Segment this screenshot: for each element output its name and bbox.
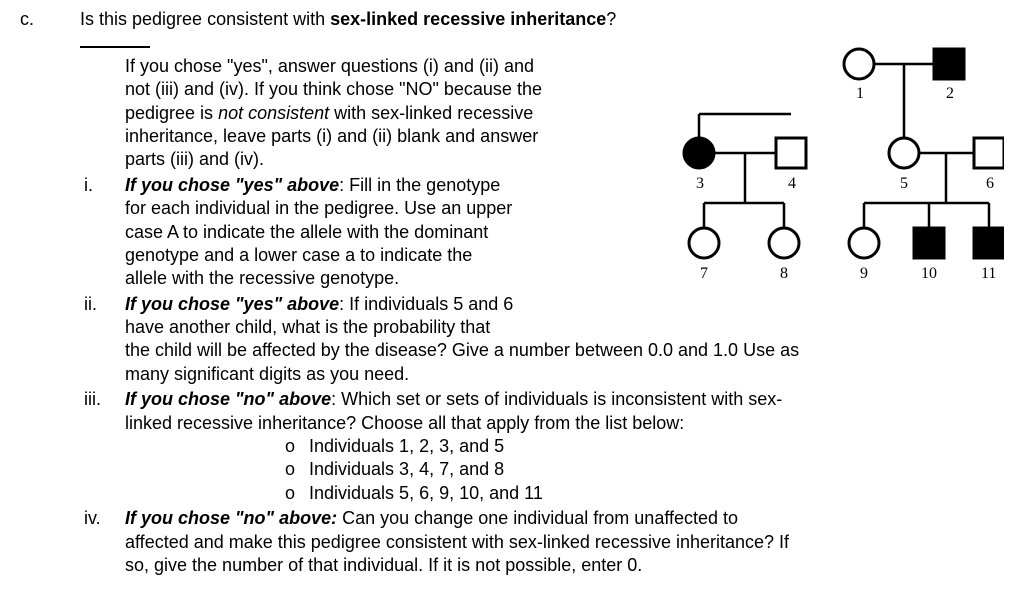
answer-blank[interactable] (80, 46, 150, 48)
ped-label-8: 8 (780, 265, 788, 282)
ped-label-3: 3 (696, 175, 704, 192)
ped-label-7: 7 (700, 265, 708, 282)
ped-label-10: 10 (921, 265, 937, 282)
sub-question-i: i. If you chose "yes" above: Fill in the… (80, 174, 654, 291)
intro-text: If you chose "yes", answer questions (i)… (80, 55, 654, 172)
sub-question-ii: ii. If you chose "yes" above: If individ… (80, 293, 654, 340)
option-3: oIndividuals 5, 6, 9, 10, and 11 (125, 482, 1004, 505)
sub-question-iv: iv. If you chose "no" above: Can you cha… (80, 507, 1004, 577)
main-question: Is this pedigree consistent with sex-lin… (80, 8, 654, 55)
ped-label-4: 4 (788, 175, 796, 192)
ped-label-5: 5 (900, 175, 908, 192)
question-text-block: Is this pedigree consistent with sex-lin… (80, 8, 654, 339)
sub-question-ii-cont: the child will be affected by the diseas… (80, 339, 1004, 386)
pedigree-diagram: 1 2 3 4 5 6 (664, 38, 1004, 304)
option-2: oIndividuals 3, 4, 7, and 8 (125, 458, 1004, 481)
ped-label-9: 9 (860, 265, 868, 282)
ped-label-2: 2 (946, 85, 954, 102)
ped-label-1: 1 (856, 85, 864, 102)
question-letter: c. (20, 8, 80, 31)
ped-label-11: 11 (981, 265, 996, 282)
sub-question-iii: iii. If you chose "no" above: Which set … (80, 388, 1004, 505)
option-1: oIndividuals 1, 2, 3, and 5 (125, 435, 1004, 458)
ped-label-6: 6 (986, 175, 994, 192)
